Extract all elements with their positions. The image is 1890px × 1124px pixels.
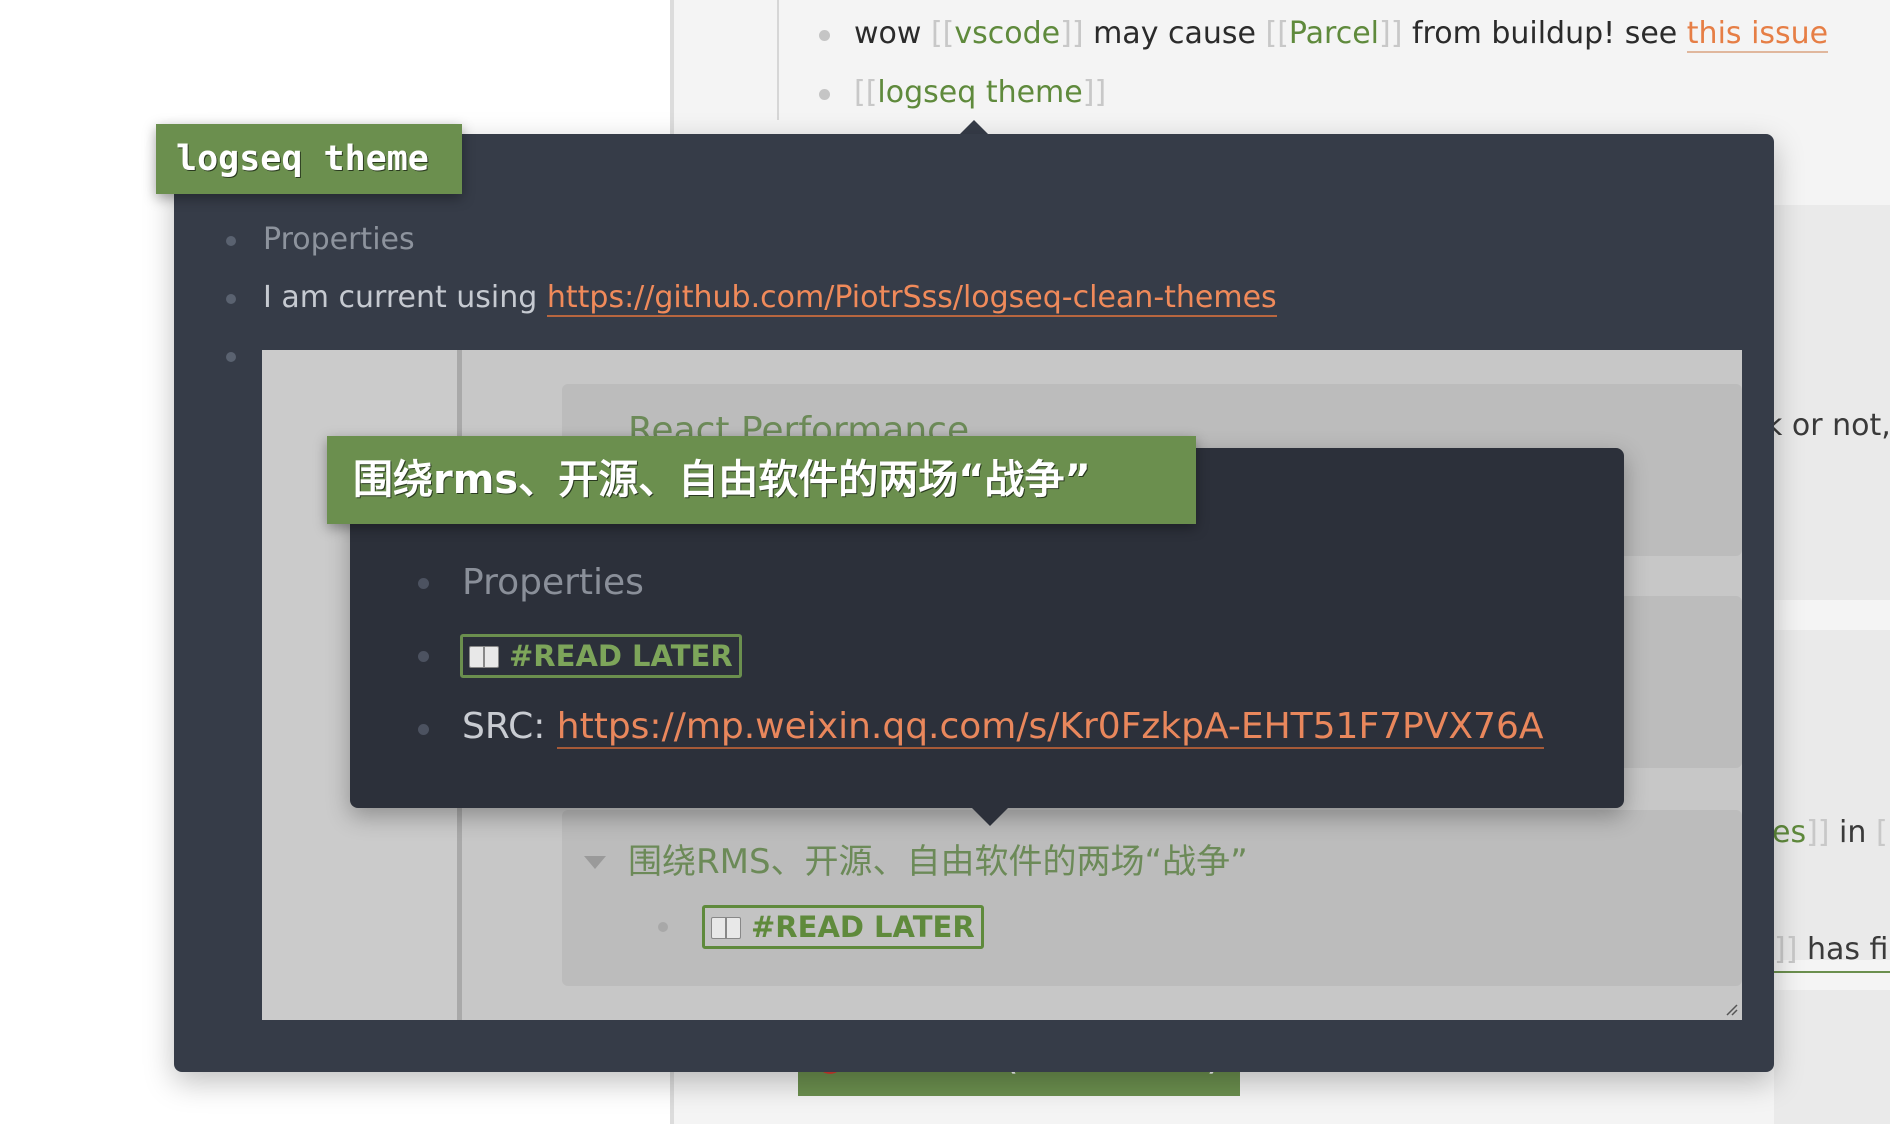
block-text-fragment: k or not, [1765, 408, 1890, 443]
bracket: [[ [1265, 16, 1289, 51]
src-link[interactable]: https://mp.weixin.qq.com/s/Kr0FzkpA-EHT5… [556, 706, 1544, 749]
bracket: ]] [1060, 16, 1084, 51]
block-bullet[interactable] [819, 30, 830, 41]
read-later-tag[interactable]: #READ LATER [460, 634, 742, 678]
src-property: SRC: https://mp.weixin.qq.com/s/Kr0FzkpA… [462, 706, 1544, 749]
block-text: may cause [1083, 16, 1266, 51]
block-text: in [1829, 815, 1876, 850]
block-text: has fini [1806, 932, 1890, 967]
block-logseq-theme: [[logseq theme]] [854, 75, 1106, 110]
external-link-this-issue[interactable]: this issue [1686, 16, 1829, 53]
page-ref-vscode[interactable]: vscode [954, 16, 1060, 51]
block-bullet[interactable] [418, 578, 429, 589]
bracket: ]] [1379, 16, 1403, 51]
properties-label: Properties [263, 222, 415, 257]
background-card [1774, 630, 1890, 960]
bracket: ]] [1774, 932, 1798, 967]
embed-block-title: 围绕RMS、开源、自由软件的两场“战争” [628, 842, 1248, 882]
read-later-tag[interactable]: #READ LATER [702, 905, 984, 949]
github-link[interactable]: https://github.com/PiotrSss/logseq-clean… [546, 280, 1277, 317]
bracket: [[ [1875, 815, 1890, 850]
caret-down-icon[interactable] [584, 856, 606, 869]
block-bullet[interactable] [418, 651, 429, 662]
open-book-icon [711, 917, 741, 939]
bracket: [[ [854, 75, 878, 110]
bracket: ]] [1082, 75, 1107, 110]
bracket: ]] [1806, 815, 1830, 850]
background-card [1774, 990, 1890, 1124]
open-book-icon [469, 646, 499, 668]
bracket: [[ [930, 16, 955, 51]
block-text-fragment: ]] has fini [1774, 932, 1890, 973]
popup-title-logseq-theme[interactable]: logseq theme [156, 124, 462, 194]
block-bullet[interactable] [418, 724, 429, 735]
tag-label: #READ LATER [509, 639, 733, 673]
tag-label: #READ LATER [751, 910, 975, 944]
block-current-using: I am current using https://github.com/Pi… [263, 280, 1277, 317]
src-label: SRC: [462, 706, 557, 747]
block-bullet[interactable] [226, 352, 236, 362]
page-ref-logseq-theme[interactable]: logseq theme [877, 75, 1082, 110]
block-text: wow [854, 16, 931, 51]
block-bullet[interactable] [226, 294, 236, 304]
block-wow-vscode: wow [[vscode]] may cause [[Parcel]] from… [854, 16, 1829, 53]
block-bullet [658, 922, 668, 932]
block-bullet[interactable] [226, 236, 236, 246]
page-ref-fragment[interactable]: es [1772, 815, 1806, 850]
properties-label: Properties [462, 562, 644, 603]
block-text: I am current using [263, 280, 547, 315]
block-text-fragment: es]] in [[ [1772, 815, 1890, 850]
popup-title-rms[interactable]: 围绕rms、开源、自由软件的两场“战争” [327, 436, 1196, 524]
page-ref-parcel[interactable]: Parcel [1289, 16, 1379, 51]
block-text: from buildup! see [1402, 16, 1687, 51]
popup-arrow [972, 808, 1008, 826]
block-bullet[interactable] [819, 89, 830, 100]
resize-handle-icon[interactable] [1724, 1002, 1738, 1016]
block-thread-line [777, 0, 779, 120]
background-card [1774, 205, 1890, 600]
